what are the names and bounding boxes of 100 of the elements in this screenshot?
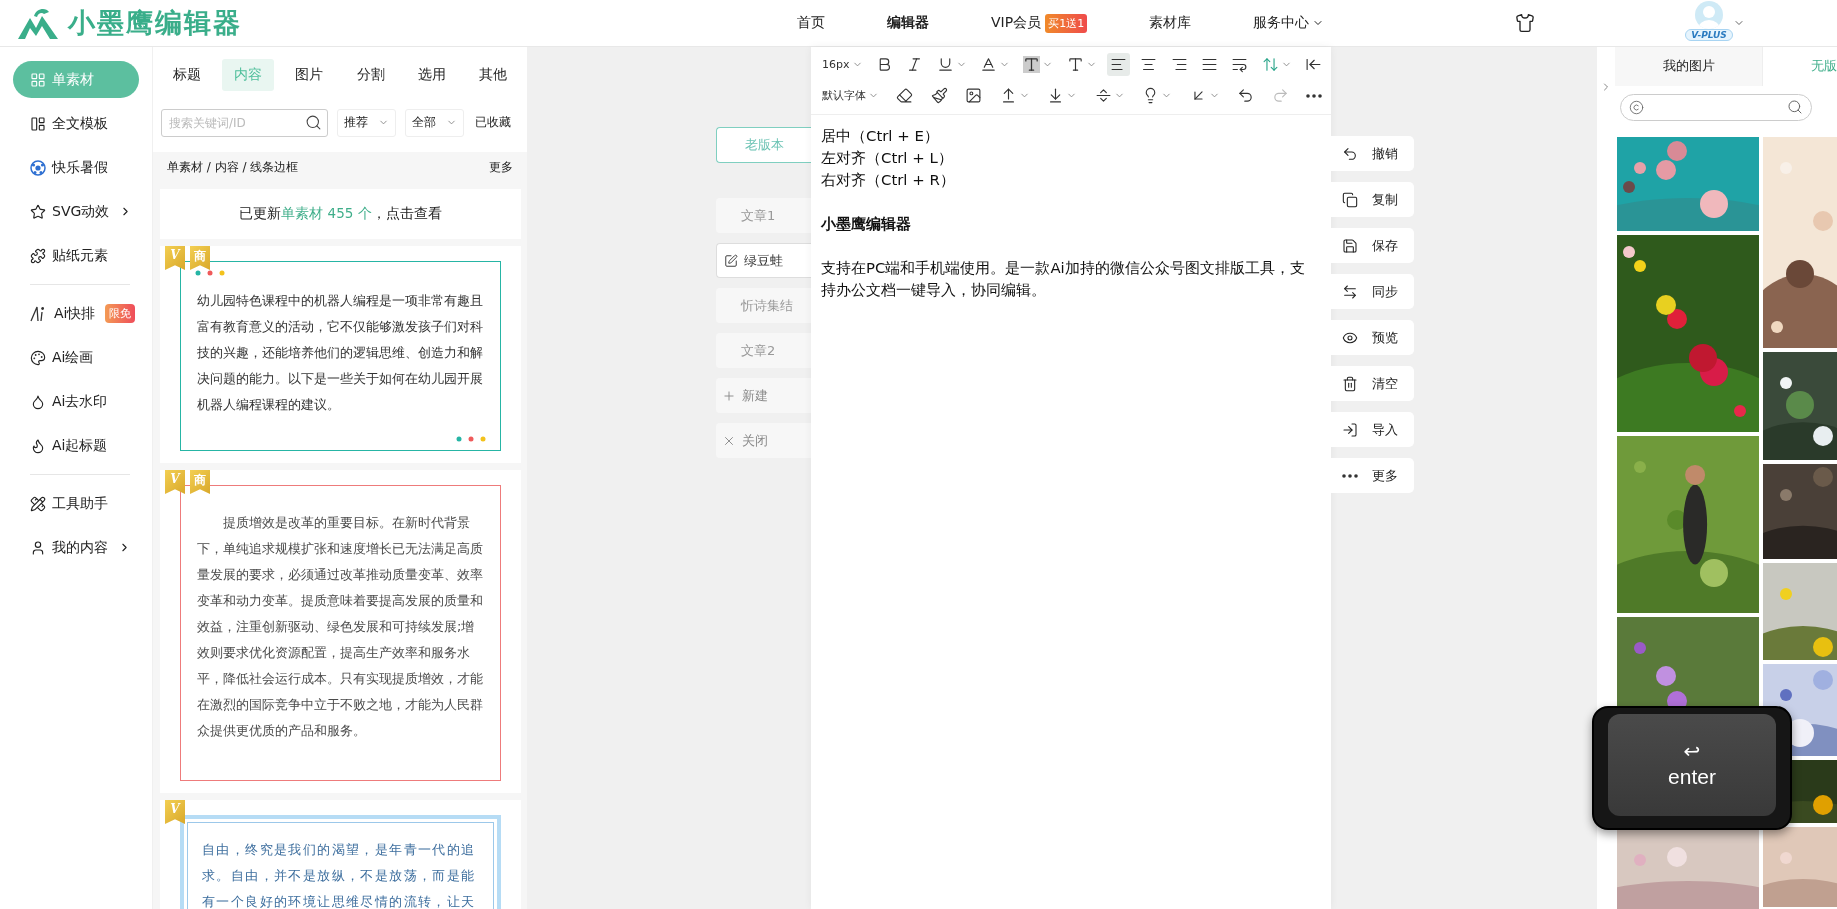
line-height-icon <box>1261 56 1279 73</box>
filter-dropdown[interactable]: 全部 <box>405 108 464 137</box>
sidebar-item[interactable]: SVG动效 <box>13 193 139 230</box>
template-icon <box>30 115 46 132</box>
sidebar-item[interactable]: 贴纸元素 <box>13 237 139 274</box>
star-icon <box>30 203 46 220</box>
copy-icon <box>1342 191 1358 208</box>
promo-badge: 买1送1 <box>1045 13 1088 33</box>
material-card[interactable]: V 商 幼儿园特色课程中的机器人编程是一项非常有趣且富有教育意义的活动，它不仅能够激发孩子们对科技的兴趣，还能培养他们的逻辑思维、创造力和解决问题的能力。以下是一些关于如何在幼儿园开展机器人编程课程的建议。 <box>160 246 521 463</box>
font-size-select[interactable]: 16px <box>819 55 866 74</box>
divider-icon <box>1094 87 1112 104</box>
free-badge: 限免 <box>105 304 136 323</box>
align-center-icon <box>1140 56 1158 73</box>
user-icon <box>30 539 46 556</box>
font-color-icon <box>979 56 997 73</box>
save-button[interactable]: 保存 <box>1331 228 1414 263</box>
favorites-link[interactable]: 已收藏 <box>475 114 511 131</box>
nav-link[interactable]: 服务中心 <box>1253 14 1325 32</box>
import-button[interactable]: 导入 <box>1331 412 1414 447</box>
card-text: 幼儿园特色课程中的机器人编程是一项非常有趣且富有教育意义的活动，它不仅能够激发孩子们对科技的兴趣，还能培养他们的逻辑思维、创造力和解决问题的能力。以下是一些关于如何在幼儿园开展机器人编程课程的建议。 <box>197 292 484 414</box>
grid-icon <box>30 71 46 88</box>
category-tab[interactable]: 分割 <box>344 59 397 91</box>
sidebar-item[interactable]: 工具助手 <box>13 485 139 522</box>
search-icon[interactable] <box>1787 99 1803 116</box>
category-tab[interactable]: 其他 <box>466 59 520 91</box>
material-card[interactable]: V 商 提质增效是改革的重要目标。在新时代背景下，单纯追求规模扩张和速度增长已无法满足高质量发展的要求，必须通过改革推动质量变革、效率变革和动力变革。提质意味着要提高发展的质量和效益，注重创新驱动、绿色发展和可持续发展;增效则要求优化资源配置，提高生产效率和服务水平，降低社会运行成本。只有实现提质增效，才能在激烈的国际竞争中立于不败之地，才能为人民群众提供更优质的产品和服务。 <box>160 470 521 793</box>
search-icon[interactable] <box>305 113 322 131</box>
copyright-icon <box>1629 99 1644 115</box>
import-icon <box>1342 421 1358 438</box>
copy-button[interactable]: 复制 <box>1331 182 1414 217</box>
editor-text: 支持在PC端和手机端使用。是一款Ai加持的微信公众号图文排版工具，支持办公文档一键导入，协同编辑。 <box>821 258 1306 301</box>
align-justify-icon <box>1200 56 1218 73</box>
brush-icon <box>930 87 948 104</box>
ruler-pencil-icon <box>30 495 46 512</box>
image-icon <box>965 87 983 104</box>
clear-icon <box>1342 375 1358 392</box>
new-article-button[interactable]: 新建 <box>716 378 811 413</box>
nav-link[interactable]: 编辑器 <box>887 14 929 32</box>
nav-link[interactable]: 首页 <box>797 14 825 32</box>
more-icon <box>1342 473 1358 478</box>
sidebar-item[interactable]: Ai去水印 <box>13 383 139 420</box>
align-left-icon <box>1109 56 1127 73</box>
search-field[interactable]: 搜索关键词/ID <box>161 108 328 137</box>
shirt-icon[interactable] <box>1515 13 1535 33</box>
undo-icon <box>1237 87 1255 104</box>
sidebar-item[interactable]: Ai绘画 <box>13 339 139 376</box>
preview-button[interactable]: 预览 <box>1331 320 1414 355</box>
clear-button[interactable]: 清空 <box>1331 366 1414 401</box>
sidebar-item[interactable]: Ai起标题 <box>13 427 139 464</box>
eraser-icon <box>896 87 914 104</box>
sidebar-item[interactable]: 快乐暑假 <box>13 149 139 186</box>
category-tab[interactable]: 图片 <box>283 59 336 91</box>
key-symbol: ↩ <box>1683 741 1701 761</box>
key-label: enter <box>1668 765 1716 789</box>
undo-button[interactable]: 撤销 <box>1331 136 1414 171</box>
breadcrumb: 单素材 / 内容 / 线条边框 <box>167 158 299 176</box>
vip-ribbon: V <box>165 800 185 824</box>
editor-text: 左对齐（Ctrl + L） <box>821 148 954 169</box>
highlight-icon <box>1023 56 1041 73</box>
filter-dropdown[interactable]: 推荐 <box>337 108 396 137</box>
flame-icon <box>30 437 46 454</box>
editor-heading: 小墨鹰编辑器 <box>821 214 912 235</box>
sync-icon <box>1342 283 1358 300</box>
soccer-ball-icon <box>30 159 46 176</box>
more-button[interactable]: 更多 <box>1331 458 1414 493</box>
commercial-ribbon: 商 <box>190 470 210 494</box>
sidebar-item[interactable]: 全文模板 <box>13 105 139 142</box>
nav-link[interactable]: 素材库 <box>1149 14 1192 32</box>
commercial-ribbon: 商 <box>190 246 210 270</box>
align-right-icon <box>1170 56 1188 73</box>
editor-text: 居中（Ctrl + E） <box>821 126 940 147</box>
close-article-button[interactable]: 关闭 <box>716 423 811 458</box>
indent-icon <box>1231 56 1249 73</box>
image-tab[interactable]: 我的图片 <box>1615 47 1763 86</box>
card-text: 提质增效是改革的重要目标。在新时代背景下，单纯追求规模扩张和速度增长已无法满足高质量发展的要求，必须通过改革推动质量变革、效率变革和动力变革。提质意味着要提高发展的质量和效益，注重创新驱动、绿色发展和可持续发展;增效则要求优化资源配置，提高生产效率和服务水平，降低社会运行成本。只有实现提质增效，才能在激烈的国际竞争中立于不败之地，才能为人民群众提供更优质的产品和服务。 <box>197 514 484 740</box>
puzzle-icon <box>30 247 46 264</box>
category-tab[interactable]: 标题 <box>161 59 214 91</box>
sidebar-item[interactable]: 我的内容 <box>13 529 139 566</box>
article-tab[interactable]: 绿豆蛙 <box>716 243 811 278</box>
font-family-select[interactable]: 默认字体 <box>819 85 882 106</box>
more-link[interactable]: 更多 <box>489 158 513 176</box>
material-card[interactable]: V 自由，终究是我们的渴望，是年青一代的追求。自由，并不是放纵，不是放荡，而是能有一个良好的环境让思维尽情的流转，让天 <box>160 800 521 909</box>
save-icon <box>1342 237 1358 254</box>
letter-spacing-icon <box>1066 56 1084 73</box>
nav-link[interactable]: VIP会员 <box>991 14 1042 32</box>
plus-icon <box>722 388 736 403</box>
redo-icon <box>1271 87 1289 104</box>
sidebar-item[interactable]: Ai快排 限免 <box>13 295 139 332</box>
category-tab[interactable]: 选用 <box>405 59 458 91</box>
exit-icon <box>1304 56 1322 73</box>
edit-icon <box>724 253 738 268</box>
vip-ribbon: V <box>165 470 185 494</box>
align-left-button[interactable] <box>1106 53 1130 76</box>
underline-icon <box>936 56 954 73</box>
vip-ribbon: V <box>165 246 185 270</box>
drop-icon <box>30 393 46 410</box>
sync-button[interactable]: 同步 <box>1331 274 1414 309</box>
undo-icon <box>1342 145 1358 162</box>
more-icon <box>1306 93 1322 98</box>
membership-badge: V-PLUS <box>1685 29 1733 41</box>
